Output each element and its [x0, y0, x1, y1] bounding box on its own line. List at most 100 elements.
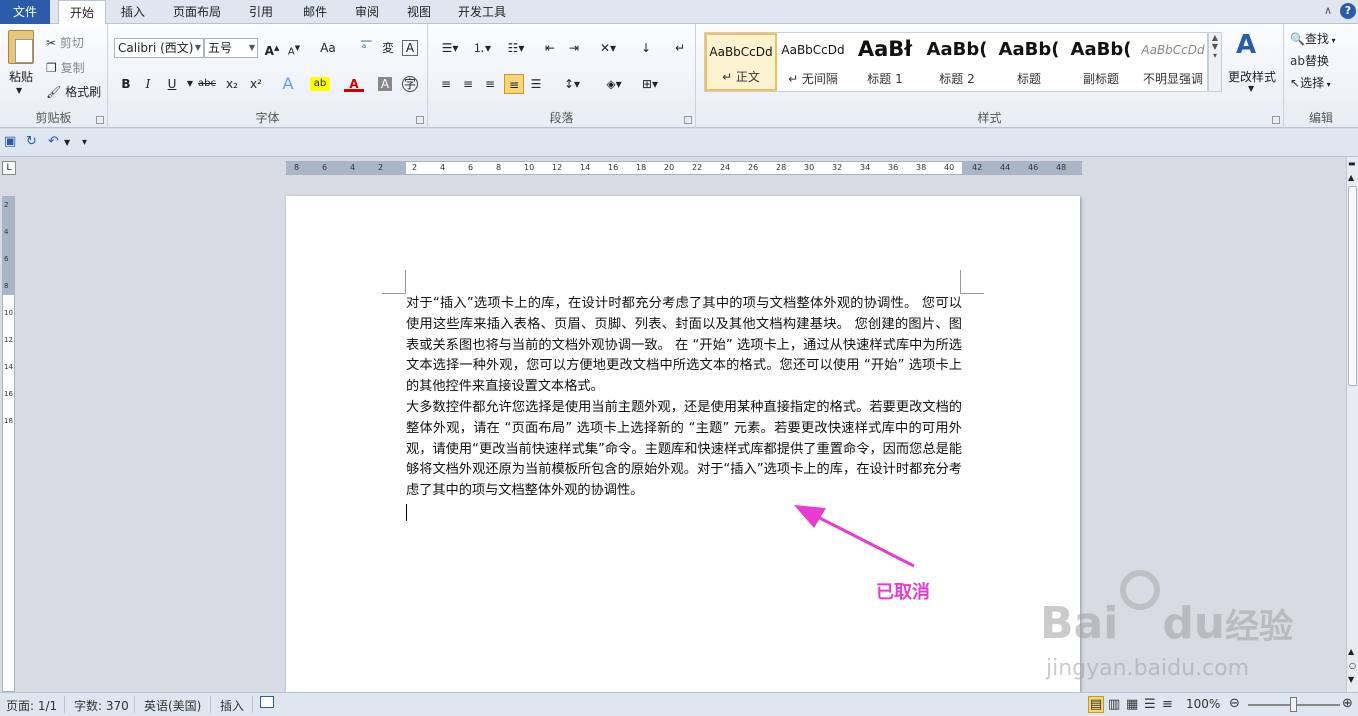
help-icon[interactable]: ?: [1340, 3, 1356, 19]
tab-references[interactable]: 引用: [238, 0, 284, 24]
word-count[interactable]: 字数: 370: [74, 697, 129, 714]
paste-dropdown-icon[interactable]: ▼: [16, 86, 22, 95]
style-heading-2[interactable]: AaBb(标题 2: [921, 33, 993, 91]
prev-page-icon[interactable]: ▲: [1348, 647, 1354, 656]
language[interactable]: 英语(美国): [144, 697, 201, 714]
scroll-down-icon[interactable]: ▼: [1209, 42, 1221, 51]
tab-review[interactable]: 审阅: [344, 0, 390, 24]
zoom-level[interactable]: 100%: [1186, 697, 1220, 711]
draft-icon[interactable]: ≡: [1162, 697, 1173, 712]
bullets-button[interactable]: ☰▾: [436, 38, 464, 58]
format-painter-button[interactable]: 🖌 格式刷: [46, 83, 101, 100]
paragraph[interactable]: 大多数控件都允许您选择是使用当前主题外观，还是使用某种直接指定的格式。若要更改文…: [406, 398, 962, 502]
grow-font-button[interactable]: A▲: [262, 38, 282, 58]
underline-button[interactable]: U: [162, 74, 182, 94]
more-styles-icon[interactable]: ▾: [1209, 51, 1221, 60]
zoom-in-icon[interactable]: ⊕: [1342, 696, 1353, 711]
bold-button[interactable]: B: [116, 74, 136, 94]
tab-file[interactable]: 文件: [0, 0, 50, 24]
paragraph[interactable]: 对于“插入”选项卡上的库，在设计时都充分考虑了其中的项与文档整体外观的协调性。 …: [406, 294, 962, 398]
vertical-ruler[interactable]: 2 4 6 8 10 12 14 16 18: [2, 196, 15, 692]
show-marks-icon[interactable]: ↵: [670, 38, 690, 58]
customize-qat-icon[interactable]: ▾: [82, 137, 87, 148]
tab-mailings[interactable]: 邮件: [292, 0, 338, 24]
full-screen-reading-icon[interactable]: ▥: [1108, 697, 1120, 712]
font-size-combo[interactable]: 五号 ▼: [204, 38, 258, 58]
tab-insert[interactable]: 插入: [112, 0, 154, 24]
align-right-icon[interactable]: ≡: [480, 74, 500, 94]
tab-developer[interactable]: 开发工具: [450, 0, 514, 24]
document-body[interactable]: 对于“插入”选项卡上的库，在设计时都充分考虑了其中的项与文档整体外观的协调性。 …: [406, 294, 962, 502]
tab-view[interactable]: 视图: [396, 0, 442, 24]
subscript-button[interactable]: x₂: [222, 74, 242, 94]
cut-button[interactable]: ✂ 剪切: [46, 34, 84, 51]
minimize-ribbon-icon[interactable]: ∧: [1324, 4, 1332, 17]
enclose-char-icon[interactable]: 変: [378, 38, 398, 58]
distributed-icon[interactable]: ☰: [526, 74, 546, 94]
scroll-up-icon[interactable]: ▲: [1348, 173, 1354, 182]
enclosed-char-icon[interactable]: 字: [402, 76, 418, 92]
horizontal-ruler[interactable]: 8 6 4 2 2 4 6 8 10 12 14 16 18 20 22 24 26 28 30 32 34 36 38 40…: [286, 161, 1082, 175]
numbering-button[interactable]: ⒈▾: [468, 38, 496, 58]
print-layout-icon[interactable]: ▤: [1088, 696, 1104, 713]
style-subtle-emphasis[interactable]: AaBbCcDd 不明显强调: [1137, 33, 1209, 91]
undo-dropdown-icon[interactable]: ▼: [64, 138, 70, 147]
paragraph-launcher-icon[interactable]: [684, 116, 692, 124]
superscript-button[interactable]: x²: [246, 74, 266, 94]
highlight-button[interactable]: ab: [310, 77, 330, 91]
tab-page-layout[interactable]: 页面布局: [164, 0, 230, 24]
change-styles-icon[interactable]: A: [1236, 30, 1256, 60]
copy-button[interactable]: ❐ 复制: [46, 59, 85, 76]
strikethrough-button[interactable]: abc: [196, 74, 218, 94]
style-no-spacing[interactable]: AaBbCcDd ↵ 无间隔: [777, 33, 849, 91]
find-button[interactable]: 🔍查找 ▾: [1290, 30, 1336, 47]
web-layout-icon[interactable]: ▦: [1126, 697, 1138, 712]
multilevel-list-button[interactable]: ☷▾: [502, 38, 530, 58]
zoom-slider-thumb[interactable]: [1290, 697, 1297, 712]
styles-launcher-icon[interactable]: [1272, 116, 1280, 124]
justify-icon[interactable]: ≡: [504, 74, 524, 94]
change-styles-button[interactable]: 更改样式: [1228, 68, 1276, 85]
style-normal[interactable]: AaBbCcDd ↵ 正文: [705, 33, 777, 91]
italic-button[interactable]: I: [138, 74, 158, 94]
save-icon[interactable]: ▣: [4, 134, 16, 149]
tab-home[interactable]: 开始: [58, 0, 106, 25]
text-effects-icon[interactable]: A: [278, 74, 298, 94]
font-color-button[interactable]: A: [344, 74, 364, 92]
redo-icon[interactable]: ↻: [26, 134, 37, 149]
style-subtitle[interactable]: AaBb(副标题: [1065, 33, 1137, 91]
macro-record-icon[interactable]: [260, 696, 274, 708]
clipboard-launcher-icon[interactable]: [96, 116, 104, 124]
split-icon[interactable]: ▬: [1348, 159, 1356, 168]
style-title[interactable]: AaBb(标题: [993, 33, 1065, 91]
change-styles-dropdown-icon[interactable]: ▼: [1248, 84, 1254, 93]
undo-icon[interactable]: ↶: [48, 134, 59, 149]
outline-icon[interactable]: ☰: [1144, 697, 1156, 712]
select-button[interactable]: ↖选择 ▾: [1290, 74, 1331, 91]
zoom-out-icon[interactable]: ⊖: [1229, 696, 1240, 711]
paste-icon[interactable]: [8, 30, 34, 64]
align-left-icon[interactable]: ≡: [436, 74, 456, 94]
shading-button[interactable]: ◈▾: [600, 74, 628, 94]
char-border-button[interactable]: A: [402, 40, 418, 56]
align-center-icon[interactable]: ≡: [458, 74, 478, 94]
tab-stop-selector-icon[interactable]: L: [2, 161, 16, 175]
insert-mode[interactable]: 插入: [220, 697, 244, 714]
char-shading-icon[interactable]: A: [378, 77, 392, 91]
paste-button[interactable]: 粘贴: [9, 68, 33, 85]
shrink-font-button[interactable]: A▼: [284, 38, 304, 58]
chinese-layout-button[interactable]: ✕▾: [594, 38, 622, 58]
borders-button[interactable]: ⊞▾: [636, 74, 664, 94]
scroll-thumb[interactable]: [1348, 186, 1357, 386]
style-heading-1[interactable]: AaBł 标题 1: [849, 33, 921, 91]
font-launcher-icon[interactable]: [416, 116, 424, 124]
next-page-icon[interactable]: ▼: [1348, 675, 1354, 684]
page-count[interactable]: 页面: 1/1: [6, 697, 57, 714]
change-case-button[interactable]: Aa: [314, 38, 342, 58]
line-spacing-button[interactable]: ↕▾: [558, 74, 586, 94]
scroll-up-icon[interactable]: ▲: [1209, 33, 1221, 42]
replace-button[interactable]: ab替换: [1290, 52, 1329, 69]
phonetic-guide-icon[interactable]: ᵃ͞: [354, 38, 374, 58]
sort-icon[interactable]: ↓: [636, 38, 656, 58]
browse-object-icon[interactable]: ○: [1349, 661, 1356, 670]
